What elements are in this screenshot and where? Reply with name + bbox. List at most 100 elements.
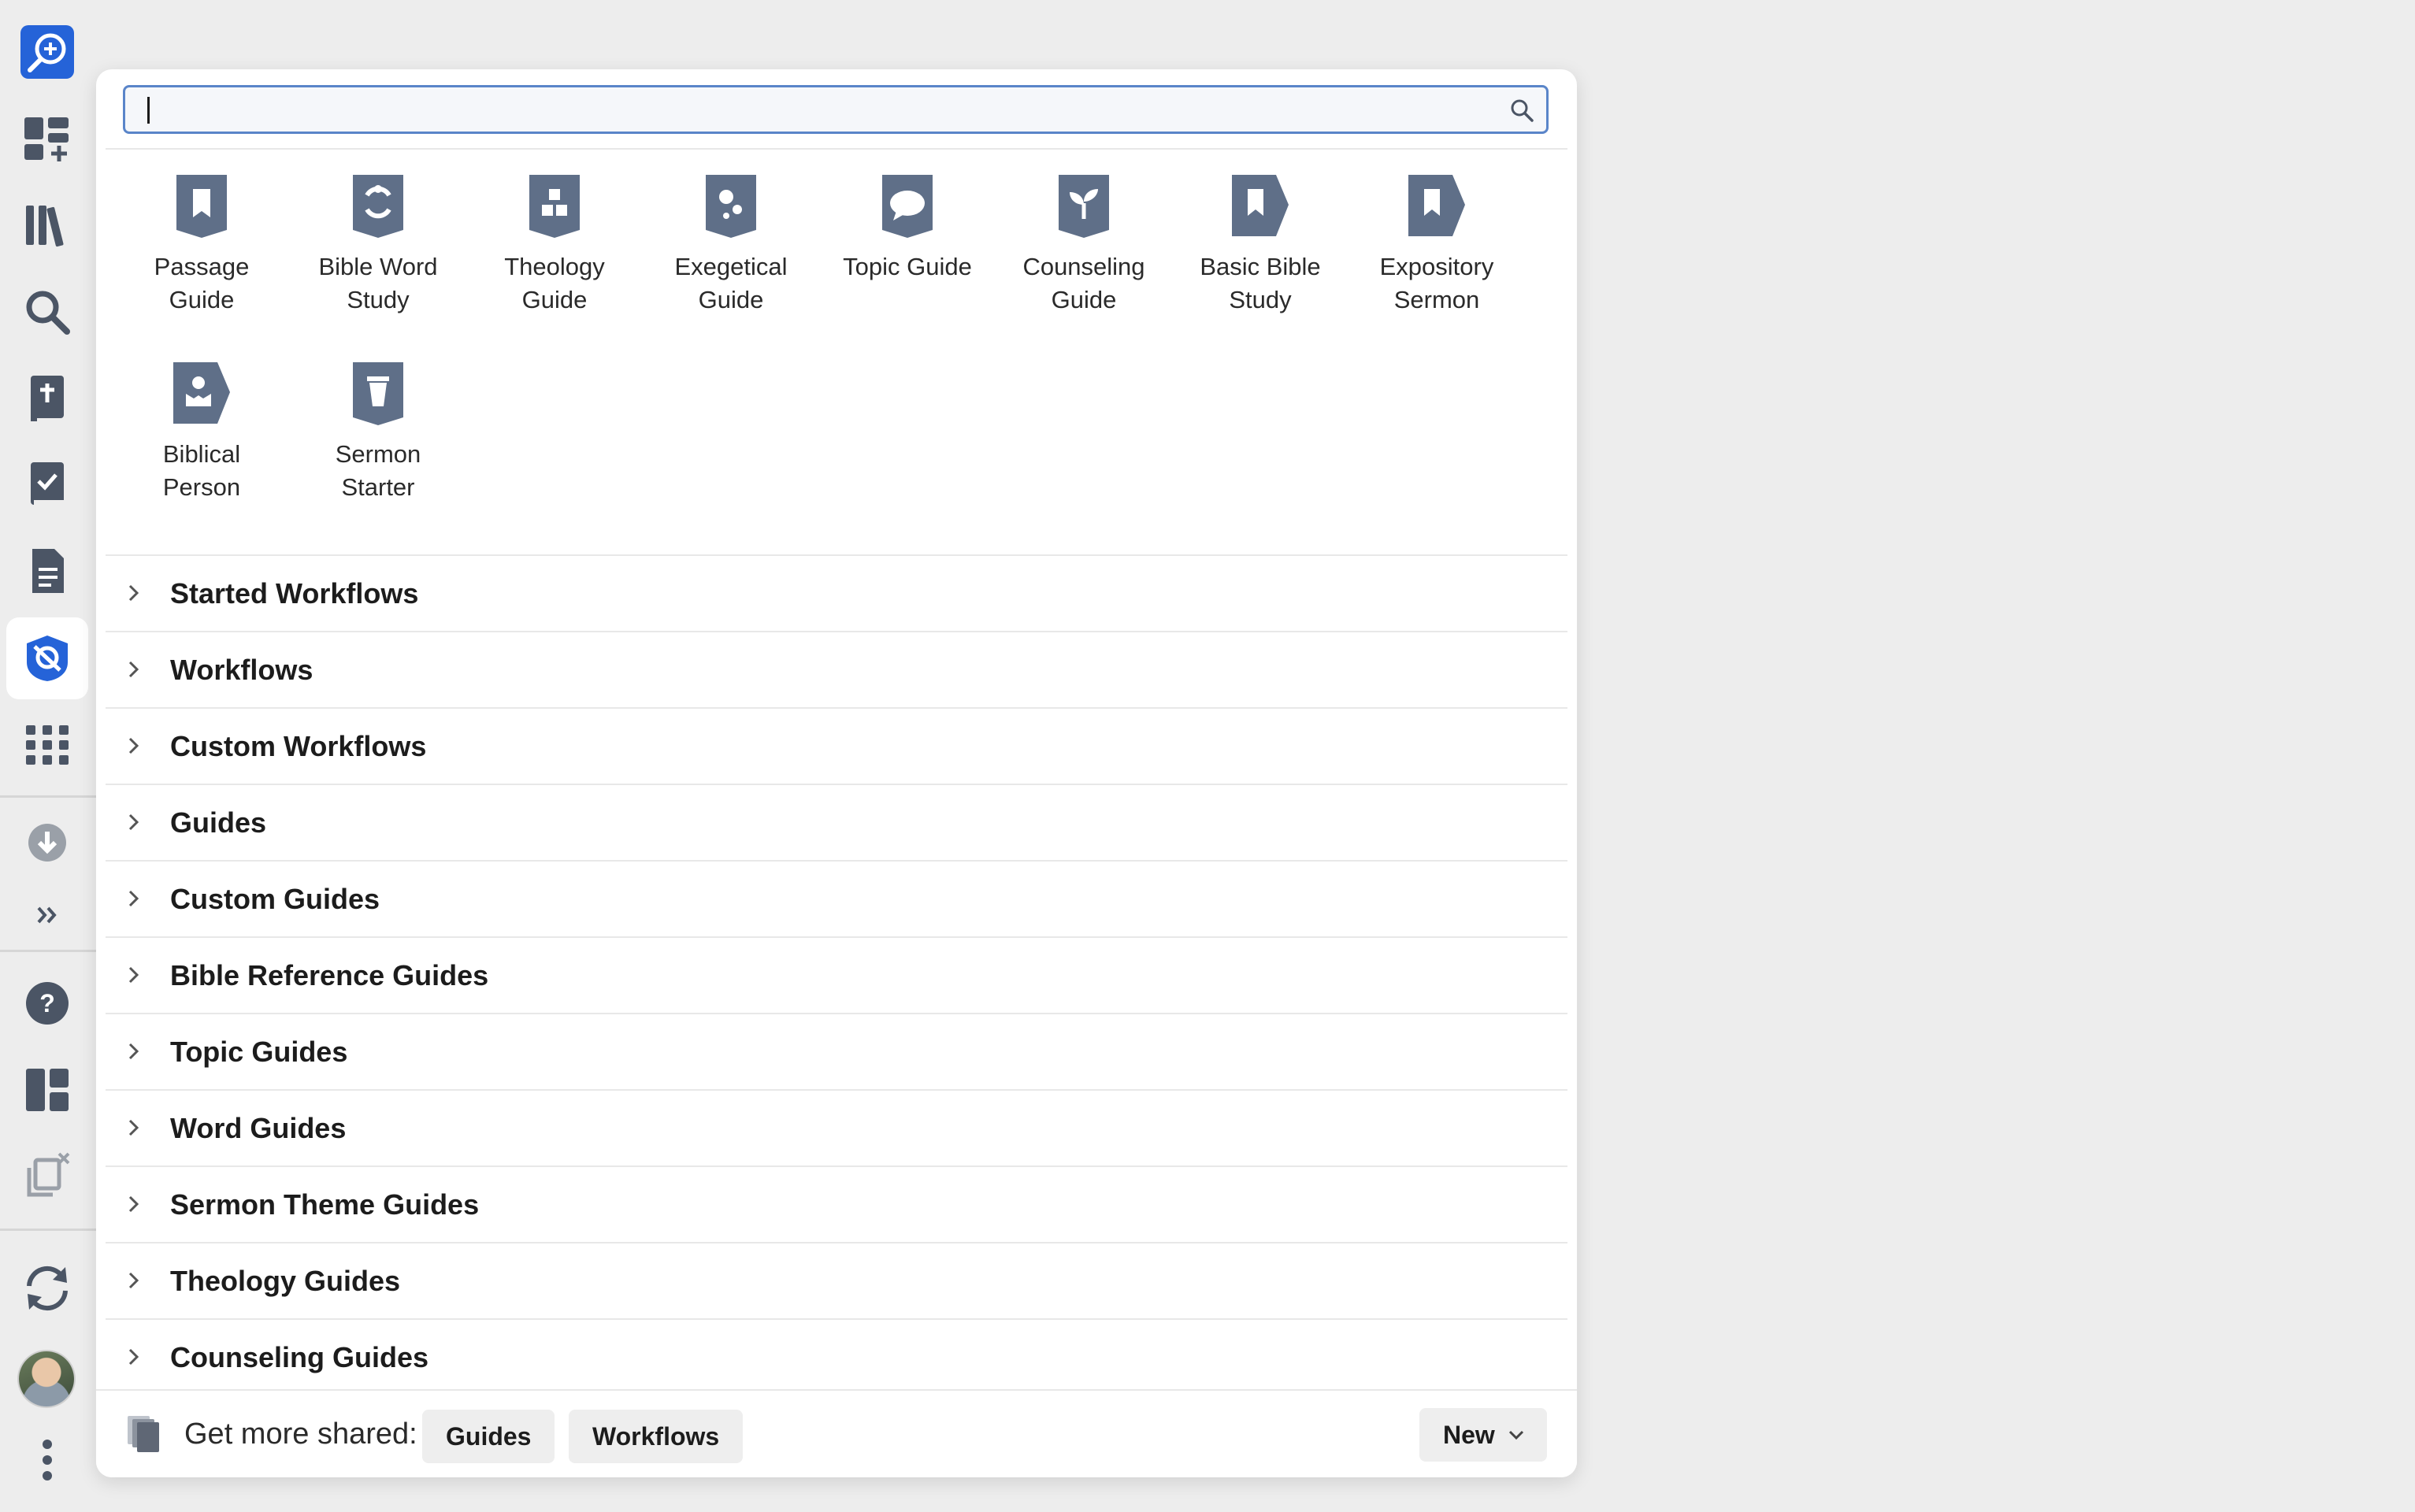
- tile-label: Biblical Person: [162, 440, 241, 501]
- rail-divider: [0, 950, 96, 952]
- section-custom-workflows[interactable]: Custom Workflows: [106, 707, 1567, 784]
- bible-button[interactable]: [6, 358, 88, 439]
- close-panels-button[interactable]: [6, 1136, 88, 1217]
- tile-sermon-starter[interactable]: Sermon Starter: [290, 359, 466, 504]
- download-icon: [28, 824, 66, 862]
- shared-copies-icon: [128, 1416, 159, 1452]
- download-button[interactable]: [6, 802, 88, 884]
- library-icon: [26, 206, 64, 247]
- section-word-guides[interactable]: Word Guides: [106, 1089, 1567, 1166]
- apps-button[interactable]: [6, 704, 88, 786]
- shared-guides-button[interactable]: Guides: [422, 1410, 555, 1463]
- section-started-workflows[interactable]: Started Workflows: [106, 554, 1567, 631]
- sprout-shield-icon: [1059, 175, 1109, 238]
- expand-icon: [37, 906, 57, 924]
- panel-layout-icon: [26, 1069, 69, 1111]
- section-label: Custom Workflows: [170, 729, 427, 762]
- add-layout-button[interactable]: [6, 98, 88, 180]
- tile-label: Bible Word Study: [318, 253, 438, 313]
- new-button-label: New: [1443, 1420, 1495, 1449]
- section-sermon-theme-guides[interactable]: Sermon Theme Guides: [106, 1166, 1567, 1242]
- rail-divider: [0, 1228, 96, 1231]
- help-icon: ?: [26, 982, 69, 1025]
- search-button[interactable]: [6, 271, 88, 353]
- tile-label: Passage Guide: [154, 253, 250, 313]
- section-label: Topic Guides: [170, 1035, 348, 1068]
- tile-theology-guide[interactable]: Theology Guide: [466, 172, 643, 317]
- search-box[interactable]: [123, 85, 1549, 134]
- chevron-right-icon: [128, 584, 139, 602]
- tile-label: Exegetical Guide: [674, 253, 788, 313]
- section-counseling-guides[interactable]: Counseling Guides: [106, 1318, 1567, 1395]
- sync-button[interactable]: [6, 1247, 88, 1329]
- section-theology-guides[interactable]: Theology Guides: [106, 1242, 1567, 1318]
- bookmark-tag-icon: [1232, 175, 1289, 236]
- section-workflows[interactable]: Workflows: [106, 631, 1567, 707]
- tile-bible-word-study[interactable]: Bible Word Study: [290, 172, 466, 317]
- chevron-right-icon: [128, 737, 139, 754]
- search-assistant-button[interactable]: [6, 11, 88, 93]
- divider: [106, 148, 1567, 150]
- tile-counseling-guide[interactable]: Counseling Guide: [996, 172, 1172, 317]
- documents-button[interactable]: [6, 531, 88, 613]
- close-panels-icon: [27, 1152, 70, 1197]
- dots-shield-icon: [706, 175, 756, 238]
- reading-plan-icon: [31, 462, 64, 505]
- search-icon[interactable]: [1508, 97, 1535, 124]
- guides-button[interactable]: [6, 617, 88, 699]
- sync-icon: [27, 1266, 68, 1311]
- section-label: Theology Guides: [170, 1264, 401, 1297]
- section-label: Guides: [170, 806, 267, 839]
- cup-shield-icon: [353, 362, 403, 425]
- panel-footer: Get more shared: Guides Workflows New: [96, 1389, 1577, 1477]
- chevron-right-icon: [128, 1043, 139, 1060]
- get-more-shared-label: Get more shared:: [184, 1418, 417, 1451]
- chevron-right-icon: [128, 1195, 139, 1213]
- tile-label: Basic Bible Study: [1200, 253, 1321, 313]
- guides-icon: [27, 636, 68, 681]
- library-button[interactable]: [6, 184, 88, 266]
- chevron-right-icon: [128, 966, 139, 984]
- reading-plan-button[interactable]: [6, 444, 88, 526]
- guide-tiles: Passage Guide Bible Word Study Theology …: [96, 172, 1577, 597]
- tile-biblical-person[interactable]: Biblical Person: [113, 359, 290, 504]
- section-bible-reference-guides[interactable]: Bible Reference Guides: [106, 936, 1567, 1013]
- guides-panel: Passage Guide Bible Word Study Theology …: [96, 69, 1577, 1477]
- tile-passage-guide[interactable]: Passage Guide: [113, 172, 290, 317]
- tile-exegetical-guide[interactable]: Exegetical Guide: [643, 172, 819, 317]
- more-button[interactable]: [6, 1419, 88, 1501]
- bookmark-shield-icon: [176, 175, 227, 238]
- chevron-right-icon: [128, 1272, 139, 1289]
- tile-basic-bible-study[interactable]: Basic Bible Study: [1172, 172, 1348, 317]
- user-avatar[interactable]: [19, 1351, 74, 1406]
- section-label: Custom Guides: [170, 882, 380, 915]
- expand-rail-button[interactable]: [6, 874, 88, 956]
- panel-layout-button[interactable]: [6, 1049, 88, 1131]
- document-icon: [32, 549, 64, 593]
- section-label: Sermon Theme Guides: [170, 1188, 480, 1221]
- tile-expository-sermon[interactable]: Expository Sermon: [1348, 172, 1525, 317]
- rotate-shield-icon: [353, 175, 403, 238]
- bible-icon: [31, 376, 64, 421]
- chevron-right-icon: [128, 890, 139, 907]
- tile-label: Counseling Guide: [1022, 253, 1145, 313]
- left-rail: ?: [0, 0, 96, 1512]
- search-assistant-icon: [20, 25, 74, 79]
- add-layout-icon: [24, 117, 69, 161]
- tile-topic-guide[interactable]: Topic Guide: [819, 172, 996, 284]
- section-list: Started Workflows Workflows Custom Workf…: [106, 554, 1567, 1395]
- section-guides[interactable]: Guides: [106, 784, 1567, 860]
- shared-workflows-button[interactable]: Workflows: [569, 1410, 744, 1463]
- chevron-right-icon: [128, 813, 139, 831]
- section-label: Counseling Guides: [170, 1340, 429, 1373]
- section-topic-guides[interactable]: Topic Guides: [106, 1013, 1567, 1089]
- tile-label: Topic Guide: [843, 253, 972, 280]
- help-button[interactable]: ?: [6, 962, 88, 1044]
- svg-text:?: ?: [39, 989, 55, 1017]
- section-custom-guides[interactable]: Custom Guides: [106, 860, 1567, 936]
- section-label: Started Workflows: [170, 576, 419, 610]
- new-dropdown-button[interactable]: New: [1419, 1408, 1547, 1462]
- search-icon: [26, 291, 70, 335]
- search-input[interactable]: [146, 87, 1488, 133]
- text-caret: [147, 97, 150, 124]
